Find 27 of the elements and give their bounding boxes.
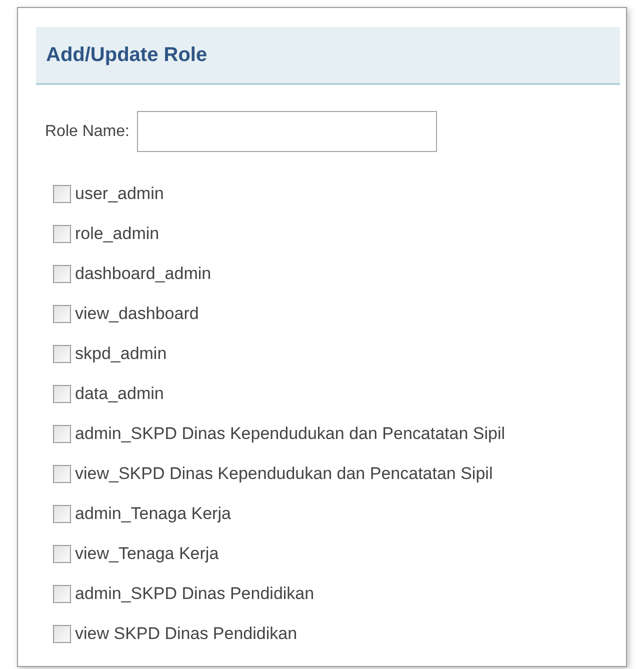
checkbox[interactable] [53,305,71,323]
checkbox[interactable] [53,625,71,643]
role-label: skpd_admin [75,343,167,366]
checkbox[interactable] [53,505,71,523]
role-name-label: Role Name: [45,122,130,142]
checkbox[interactable] [53,385,71,403]
checkbox[interactable] [53,465,71,483]
role-label: view_SKPD Dinas Kependudukan dan Pencatatan Sipil [75,463,493,486]
checkbox[interactable] [53,585,71,603]
checkbox[interactable] [53,345,71,363]
role-label: data_admin [75,383,164,406]
role-label: dashboard_admin [75,263,212,286]
checkbox[interactable] [53,545,71,563]
role-label: admin_SKPD Dinas Kependudukan dan Pencatatan Sipil [75,423,506,446]
checkbox[interactable] [53,225,71,243]
panel-title: Add/Update Role [46,43,208,68]
role-label: admin_SKPD Dinas Pendidikan [75,583,314,606]
role-label: view_Tenaga Kerja [75,543,219,566]
role-label: user_admin [75,183,164,206]
role-name-field[interactable] [137,111,438,152]
checkbox[interactable] [53,185,71,203]
role-label: view SKPD Dinas Pendidikan [75,623,298,646]
role-label: role_admin [75,223,160,246]
checkbox[interactable] [53,265,71,283]
role-label: view_dashboard [75,303,199,326]
checkbox[interactable] [53,425,71,443]
role-label: admin_Tenaga Kerja [75,503,231,526]
